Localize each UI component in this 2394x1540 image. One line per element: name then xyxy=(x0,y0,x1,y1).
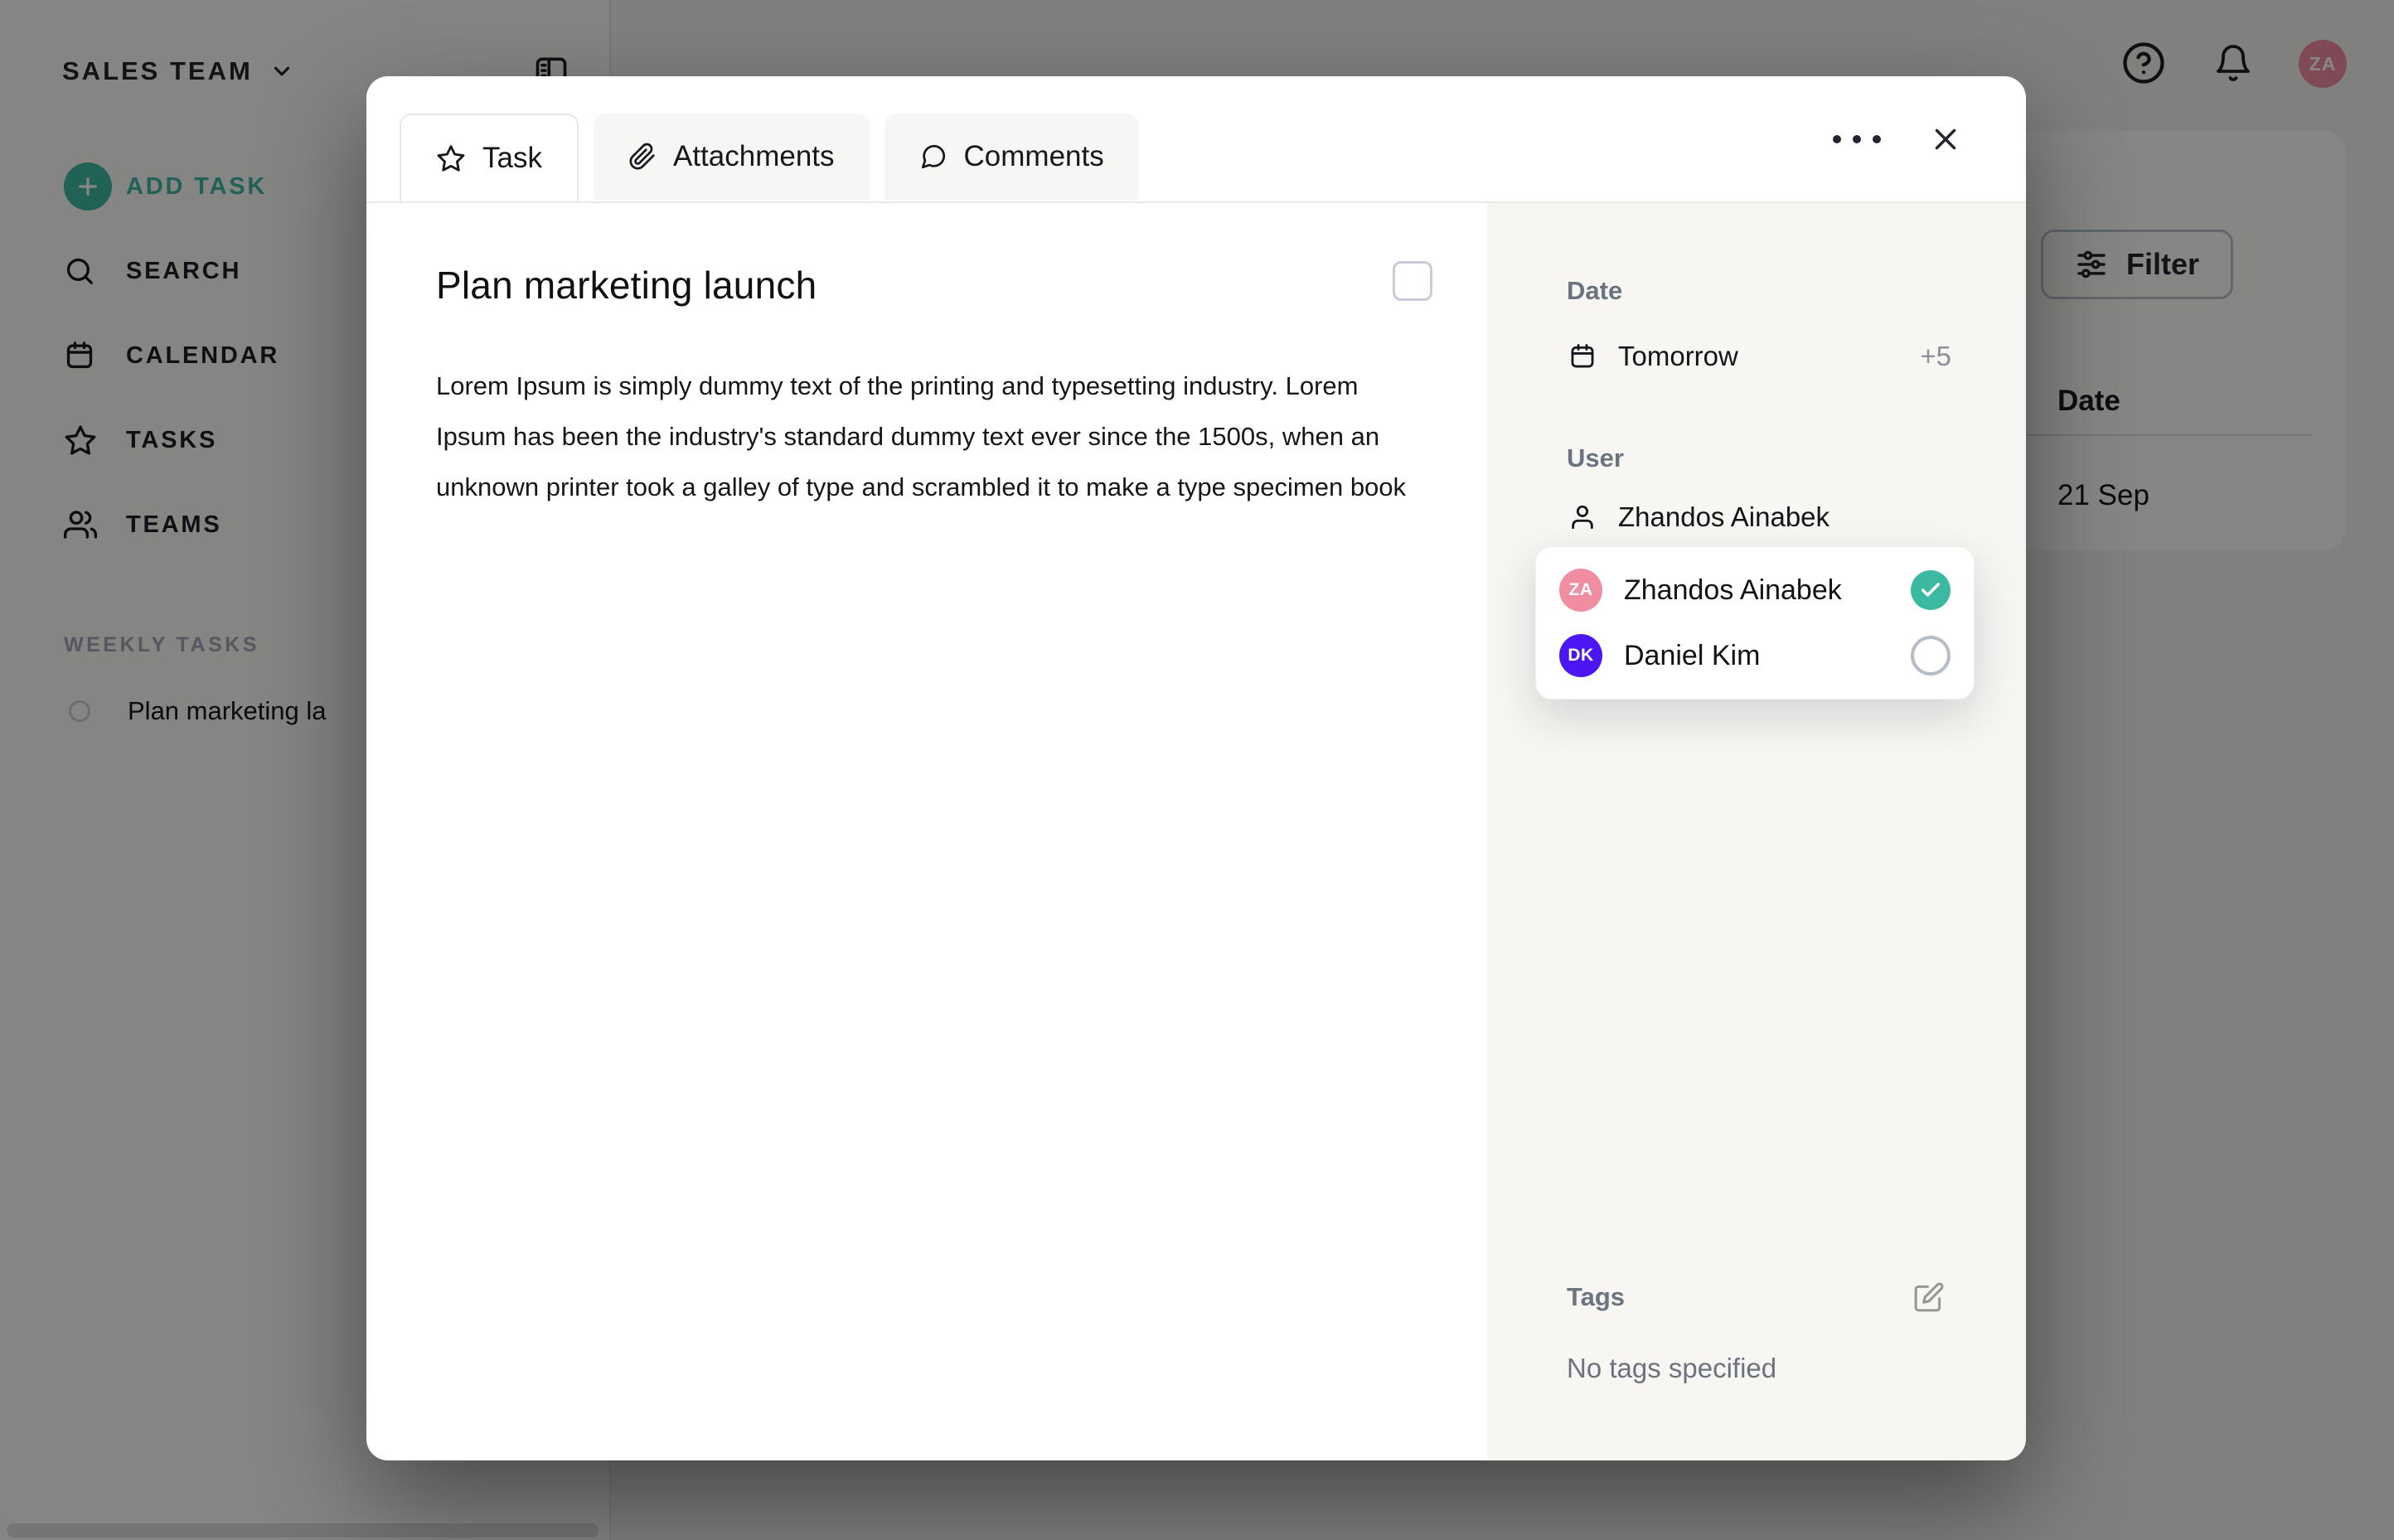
avatar: ZA xyxy=(1559,569,1602,612)
more-options-icon[interactable] xyxy=(1824,127,1890,152)
tab-task[interactable]: Task xyxy=(400,114,579,201)
task-side-panel: Date Tomorrow +5 User Zhandos Ainabek ZA… xyxy=(1487,203,2026,1460)
assigned-user-row[interactable]: Zhandos Ainabek xyxy=(1567,501,1980,533)
modal-header-actions xyxy=(1824,76,1963,201)
date-value: Tomorrow xyxy=(1618,341,1738,371)
task-content: Plan marketing launch Lorem Ipsum is sim… xyxy=(366,203,1487,1460)
user-option-zhandos[interactable]: ZA Zhandos Ainabek xyxy=(1559,569,1951,612)
user-label: User xyxy=(1567,443,1624,472)
comment-bubble-icon xyxy=(919,143,947,171)
person-icon xyxy=(1567,503,1598,531)
paperclip-icon xyxy=(628,143,657,171)
task-title[interactable]: Plan marketing launch xyxy=(436,263,817,308)
date-row[interactable]: Tomorrow +5 xyxy=(1567,341,1980,372)
task-modal: Task Attachments Comments Plan marketing… xyxy=(366,76,2026,1460)
star-icon xyxy=(436,143,466,173)
edit-tags-icon[interactable] xyxy=(1913,1281,1945,1313)
close-icon[interactable] xyxy=(1928,122,1963,157)
task-description[interactable]: Lorem Ipsum is simply dummy text of the … xyxy=(436,361,1419,512)
unselected-radio-circle[interactable] xyxy=(1911,636,1951,676)
modal-body: Plan marketing launch Lorem Ipsum is sim… xyxy=(366,203,2026,1460)
user-dropdown: ZA Zhandos Ainabek DK Daniel Kim xyxy=(1535,546,1975,700)
task-complete-checkbox[interactable] xyxy=(1393,261,1432,301)
modal-header: Task Attachments Comments xyxy=(366,76,2026,203)
user-option-daniel[interactable]: DK Daniel Kim xyxy=(1559,634,1951,677)
modal-tabs: Task Attachments Comments xyxy=(400,114,1139,201)
tab-label: Task xyxy=(482,142,542,174)
app-screen: SALES TEAM ADD TASK SEARCH CALENDAR TASK… xyxy=(0,0,2394,1540)
user-option-name: Daniel Kim xyxy=(1624,639,1761,671)
tags-section: Tags No tags specified xyxy=(1567,1281,1980,1384)
user-option-name: Zhandos Ainabek xyxy=(1624,574,1842,606)
date-label: Date xyxy=(1567,276,1623,305)
avatar: DK xyxy=(1559,634,1602,677)
tab-comments[interactable]: Comments xyxy=(884,114,1139,200)
tags-label: Tags xyxy=(1567,1282,1626,1311)
selected-check-icon[interactable] xyxy=(1911,570,1951,610)
tab-attachments[interactable]: Attachments xyxy=(593,114,870,200)
calendar-icon xyxy=(1567,342,1598,370)
date-extra-badge[interactable]: +5 xyxy=(1920,341,1951,372)
tags-empty-text: No tags specified xyxy=(1567,1353,1777,1383)
assigned-user-name: Zhandos Ainabek xyxy=(1618,501,1830,532)
tab-label: Attachments xyxy=(672,140,835,172)
tab-label: Comments xyxy=(963,140,1104,172)
